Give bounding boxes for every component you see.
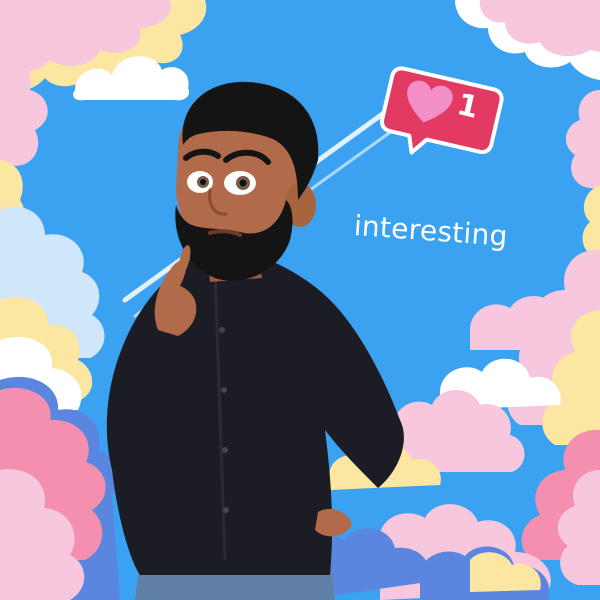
background-scene [0,0,600,600]
meme-scene: 1 interesting [0,0,600,600]
